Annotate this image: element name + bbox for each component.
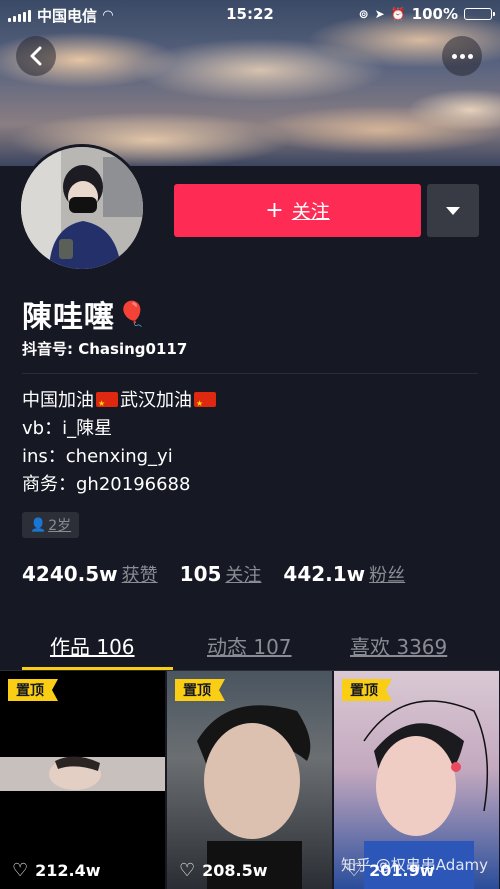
china-flag-icon bbox=[194, 390, 216, 418]
douyin-id-value: Chasing0117 bbox=[78, 340, 188, 358]
battery-percent: 100% bbox=[411, 5, 458, 23]
video-likes-count: 212.4w bbox=[35, 861, 101, 880]
name-row: 陳哇噻 🎈 bbox=[22, 292, 147, 336]
likes-label: 获赞 bbox=[121, 565, 158, 586]
video-thumbnail[interactable]: 置顶 ♡ 208.5w bbox=[167, 671, 332, 889]
back-button[interactable] bbox=[16, 36, 56, 76]
more-dots-icon bbox=[451, 53, 473, 59]
video-likes: ♡ 208.5w bbox=[179, 860, 268, 881]
tab-indicator bbox=[22, 667, 173, 670]
stat-following[interactable]: 105 关注 bbox=[180, 561, 262, 587]
follow-button[interactable]: + 关注 bbox=[174, 184, 421, 237]
following-count: 105 bbox=[179, 562, 222, 586]
china-flag-icon bbox=[96, 390, 118, 418]
avatar-image bbox=[21, 147, 143, 269]
tab-works[interactable]: 作品 106 bbox=[50, 631, 135, 660]
status-bar: 中国电信 ◠ 15:22 ⊚ ➤ ⏰ 100% bbox=[0, 0, 500, 28]
douyin-id-label: 抖音号: bbox=[22, 340, 73, 358]
likes-count: 4240.5w bbox=[22, 562, 118, 586]
video-grid: 置顶 ♡ 212.4w 置顶 ♡ 208.5w 置顶 ♡ 201.9w 知乎 @… bbox=[0, 671, 500, 889]
bio-line-2: vb：i_陳星 bbox=[22, 418, 113, 439]
location-icon: ➤ bbox=[374, 7, 385, 21]
bio-line-4: 商务：gh20196688 bbox=[22, 474, 191, 495]
douyin-id: 抖音号: Chasing0117 bbox=[22, 338, 187, 359]
video-likes-count: 208.5w bbox=[202, 861, 268, 880]
tab-liked[interactable]: 喜欢 3369 bbox=[350, 631, 447, 660]
bio-line-3: ins：chenxing_yi bbox=[22, 446, 173, 467]
avatar[interactable] bbox=[18, 144, 146, 272]
tab-moments[interactable]: 动态 107 bbox=[207, 631, 292, 660]
content-tabs: 作品 106 动态 107 喜欢 3369 bbox=[0, 615, 500, 671]
status-right: ⊚ ➤ ⏰ 100% bbox=[358, 5, 495, 23]
pinned-badge: 置顶 bbox=[342, 679, 392, 701]
video-thumbnail[interactable]: 置顶 ♡ 212.4w bbox=[0, 671, 165, 889]
watermark: 知乎 @权串串Adamy bbox=[341, 856, 488, 874]
stat-followers[interactable]: 442.1w 粉丝 bbox=[283, 561, 405, 587]
pinned-badge: 置顶 bbox=[8, 679, 58, 701]
alarm-icon: ⏰ bbox=[390, 7, 406, 21]
pinned-badge: 置顶 bbox=[175, 679, 225, 701]
person-icon: 👤 bbox=[30, 517, 47, 533]
stats-row: 4240.5w 获赞 105 关注 442.1w 粉丝 bbox=[22, 561, 405, 587]
stat-likes[interactable]: 4240.5w 获赞 bbox=[22, 561, 158, 587]
lock-rotation-icon: ⊚ bbox=[358, 7, 369, 21]
bio-line-1: 中国加油 武汉加油 bbox=[22, 387, 218, 418]
triangle-down-icon bbox=[446, 206, 460, 215]
bio-text-china: 中国加油 bbox=[22, 390, 94, 411]
followers-label: 粉丝 bbox=[369, 565, 406, 586]
following-label: 关注 bbox=[225, 565, 262, 586]
heart-icon: ♡ bbox=[12, 860, 29, 881]
heart-icon: ♡ bbox=[179, 860, 196, 881]
plus-icon: + bbox=[265, 197, 284, 223]
follow-label: 关注 bbox=[291, 201, 330, 223]
video-thumbnail-image bbox=[0, 756, 165, 791]
video-thumbnail-image bbox=[197, 705, 311, 889]
battery-icon bbox=[464, 8, 495, 20]
profile-name: 陳哇噻 bbox=[22, 300, 115, 335]
balloon-icon: 🎈 bbox=[117, 300, 147, 328]
followers-count: 442.1w bbox=[283, 562, 366, 586]
divider bbox=[22, 373, 478, 374]
age-value: 2岁 bbox=[48, 518, 72, 534]
recommend-dropdown-button[interactable] bbox=[427, 184, 479, 237]
chevron-left-icon bbox=[30, 46, 42, 66]
bio: 中国加油 武汉加油 vb：i_陳星 ins：chenxing_yi 商务：gh20… bbox=[22, 387, 218, 499]
more-options-button[interactable] bbox=[442, 36, 482, 76]
video-likes: ♡ 212.4w bbox=[12, 860, 101, 881]
bio-text-wuhan: 武汉加油 bbox=[120, 390, 192, 411]
age-tag: 👤 2岁 bbox=[22, 512, 80, 538]
